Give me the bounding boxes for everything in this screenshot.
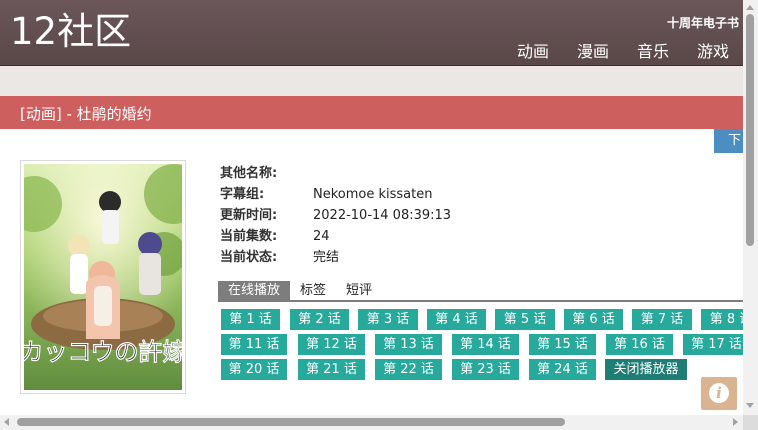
episode-list: 第 1 话 第 2 话 第 3 话 第 4 话 第 5 话 第 6 话 第 7 … [221, 309, 758, 384]
nav-games[interactable]: 游戏 [697, 38, 729, 62]
nav-music[interactable]: 音乐 [637, 38, 669, 62]
info-value: 2022-10-14 08:39:13 [313, 208, 452, 223]
anime-info: 其他名称: 字幕组: Nekomoe kissaten 更新时间: 2022-1… [220, 163, 451, 268]
tab-tags[interactable]: 标签 [290, 281, 336, 300]
info-button[interactable]: i [701, 377, 737, 410]
horizontal-scrollbar[interactable] [0, 415, 743, 430]
episode-button[interactable]: 第 13 话 [375, 334, 442, 355]
episode-row: 第 20 话 第 21 话 第 22 话 第 23 话 第 24 话 关闭播放器 [221, 359, 758, 384]
nav-manga[interactable]: 漫画 [577, 38, 609, 62]
info-label: 字幕组: [220, 187, 265, 202]
episode-button[interactable]: 第 21 话 [298, 359, 365, 380]
info-label: 其他名称: [220, 166, 278, 181]
tab-reviews[interactable]: 短评 [336, 281, 382, 300]
info-value: 24 [313, 229, 330, 244]
site-logo[interactable]: 12社区 [10, 10, 131, 54]
episode-button[interactable]: 第 14 话 [452, 334, 519, 355]
tab-online-play[interactable]: 在线播放 [218, 281, 291, 300]
episode-button[interactable]: 第 11 话 [221, 334, 287, 355]
episode-button[interactable]: 第 23 话 [452, 359, 519, 380]
episode-row: 第 11 话 第 12 话 第 13 话 第 14 话 第 15 话 第 16 … [221, 334, 758, 359]
info-row-alt-name: 其他名称: [220, 163, 451, 184]
info-label: 更新时间: [220, 208, 278, 223]
poster-image: カッコウの許嫁 [24, 164, 182, 390]
info-value: 完结 [313, 250, 340, 265]
episode-button[interactable]: 第 17 话 [683, 334, 750, 355]
episode-button[interactable]: 第 22 话 [375, 359, 442, 380]
main-nav: 动画 漫画 音乐 游戏 [517, 38, 729, 62]
scroll-down-icon[interactable] [746, 403, 754, 408]
episode-button[interactable]: 第 2 话 [290, 309, 349, 330]
close-player-button[interactable]: 关闭播放器 [605, 359, 687, 380]
info-label: 当前状态: [220, 250, 278, 265]
info-row-subtitle-group: 字幕组: Nekomoe kissaten [220, 184, 451, 205]
vertical-scroll-thumb[interactable] [746, 14, 754, 246]
page: 12社区 十周年电子书 动画 漫画 音乐 游戏 [动画] - 杜鹃的婚约 下 カ… [0, 0, 758, 430]
episode-row: 第 1 话 第 2 话 第 3 话 第 4 话 第 5 话 第 6 话 第 7 … [221, 309, 758, 334]
scrollbar-corner [743, 415, 758, 430]
page-title: [动画] - 杜鹃的婚约 [20, 105, 152, 123]
poster-title: カッコウの許嫁 [24, 338, 182, 366]
anniversary-link[interactable]: 十周年电子书 [667, 14, 739, 31]
episode-button[interactable]: 第 5 话 [495, 309, 555, 330]
info-value: Nekomoe kissaten [313, 187, 433, 202]
episode-button[interactable]: 第 6 话 [564, 309, 623, 330]
vertical-scrollbar[interactable] [743, 0, 758, 415]
info-row-updated: 更新时间: 2022-10-14 08:39:13 [220, 205, 451, 226]
info-row-episodes: 当前集数: 24 [220, 226, 451, 247]
anime-poster[interactable]: カッコウの許嫁 [20, 160, 186, 394]
content-tabs: 在线播放 标签 短评 [218, 281, 748, 302]
info-row-status: 当前状态: 完结 [220, 247, 451, 268]
info-label: 当前集数: [220, 229, 278, 244]
site-header: 12社区 十周年电子书 动画 漫画 音乐 游戏 [0, 0, 743, 66]
episode-button[interactable]: 第 20 话 [221, 359, 287, 380]
episode-button[interactable]: 第 15 话 [529, 334, 596, 355]
horizontal-scroll-thumb[interactable] [17, 418, 565, 426]
nav-anime[interactable]: 动画 [517, 38, 549, 62]
episode-button[interactable]: 第 1 话 [221, 309, 280, 330]
episode-button[interactable]: 第 24 话 [529, 359, 596, 380]
info-icon: i [709, 383, 729, 403]
episode-button[interactable]: 第 3 话 [358, 309, 418, 330]
scroll-up-icon[interactable] [746, 5, 754, 10]
page-title-bar: [动画] - 杜鹃的婚约 [0, 96, 743, 129]
episode-button[interactable]: 第 4 话 [427, 309, 486, 330]
scroll-left-icon[interactable] [4, 418, 9, 426]
scroll-right-icon[interactable] [733, 418, 738, 426]
sub-header-band [0, 66, 743, 96]
episode-button[interactable]: 第 12 话 [298, 334, 365, 355]
episode-button[interactable]: 第 16 话 [606, 334, 673, 355]
episode-button[interactable]: 第 7 话 [632, 309, 692, 330]
